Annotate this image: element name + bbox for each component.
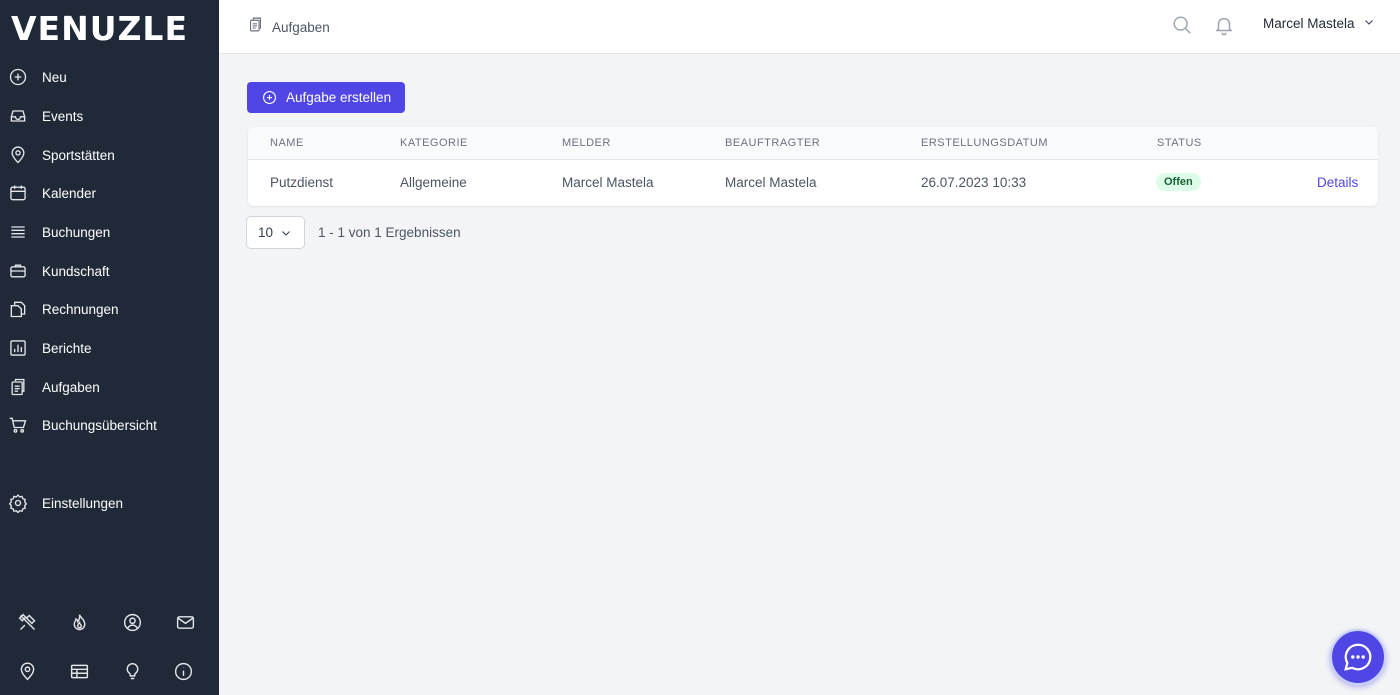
sidebar-item-rechnungen[interactable]: Rechnungen [0,290,219,328]
briefcase-icon [8,261,28,281]
gear-icon [8,493,28,513]
clipboard-icon [247,16,264,38]
plus-circle-icon [263,91,276,104]
sidebar-item-sportstaetten[interactable]: Sportstätten [0,136,219,174]
column-header-beauftragter[interactable]: BEAUFTRAGTER [725,137,820,149]
sidebar-item-label: Sportstätten [42,147,115,163]
details-link[interactable]: Details [1317,175,1358,190]
chat-bubble-icon [1344,643,1372,671]
chevron-down-icon [282,230,290,236]
page-size-value: 10 [258,225,274,240]
lightbulb-icon[interactable] [120,659,144,683]
bar-chart-icon [8,338,28,358]
sidebar-item-label: Einstellungen [42,495,124,511]
user-circle-icon[interactable] [120,610,144,634]
sidebar-item-buchungsuebersicht[interactable]: Buchungsübersicht [0,406,219,444]
chat-widget-button[interactable] [1330,629,1386,685]
column-header-name[interactable]: NAME [270,137,304,149]
cart-icon [8,415,28,435]
sidebar-item-label: Kundschaft [42,263,110,279]
column-header-melder[interactable]: MELDER [562,137,611,149]
mail-icon[interactable] [173,610,197,634]
cell-erstellungsdatum: 26.07.2023 10:33 [921,175,1027,190]
clipboard-icon [8,377,28,397]
cell-melder: Marcel Mastela [562,175,654,190]
sidebar-item-label: Events [42,108,84,124]
venuzle-logo[interactable]: VENUZLE [11,12,188,46]
sidebar-item-label: Neu [42,69,67,85]
sidebar-item-einstellungen[interactable]: Einstellungen [0,484,219,522]
calendar-icon [8,183,28,203]
status-badge: Offen [1156,173,1201,191]
map-pin-icon [8,145,28,165]
inbox-icon [8,106,28,126]
pagination-info: 1 - 1 von 1 Ergebnissen [318,225,461,240]
info-icon[interactable] [171,659,195,683]
sidebar-item-neu[interactable]: Neu [0,58,219,96]
sidebar-item-label: Berichte [42,340,92,356]
sidebar-item-label: Kalender [42,185,97,201]
sidebar-item-aufgaben[interactable]: Aufgaben [0,368,219,406]
sidebar-item-label: Buchungen [42,224,111,240]
plus-circle-icon [8,67,28,87]
sidebar-item-label: Aufgaben [42,379,100,395]
table-icon[interactable] [67,659,91,683]
fire-icon[interactable] [67,610,91,634]
sidebar-item-label: Buchungsübersicht [42,417,157,433]
sidebar-item-kalender[interactable]: Kalender [0,174,219,212]
create-task-button[interactable]: Aufgabe erstellen [247,82,405,113]
breadcrumb-label[interactable]: Aufgaben [272,20,330,35]
column-header-kategorie[interactable]: KATEGORIE [400,137,468,149]
page-size-select[interactable]: 10 [246,216,305,249]
breadcrumb: Aufgaben [247,16,330,38]
sidebar-item-label: Rechnungen [42,301,119,317]
documents-icon [8,299,28,319]
tasks-table: NAME KATEGORIE MELDER BEAUFTRAGTER ERSTE… [248,127,1378,206]
search-icon[interactable] [1171,14,1193,36]
tools-icon[interactable] [15,610,39,634]
cell-kategorie: Allgemeine [400,175,467,190]
column-header-erstellungsdatum[interactable]: ERSTELLUNGSDATUM [921,137,1048,149]
sidebar-item-berichte[interactable]: Berichte [0,329,219,367]
cell-beauftragter: Marcel Mastela [725,175,817,190]
user-name: Marcel Mastela [1263,16,1355,31]
create-task-label: Aufgabe erstellen [286,90,392,105]
list-icon [8,222,28,242]
column-header-status[interactable]: STATUS [1157,137,1202,149]
sidebar-item-kundschaft[interactable]: Kundschaft [0,252,219,290]
user-menu[interactable]: Marcel Mastela [1263,16,1375,31]
logo-text: VENUZLE [11,9,188,48]
cell-name: Putzdienst [270,175,334,190]
bell-icon[interactable] [1213,14,1235,36]
chevron-down-icon [1355,16,1375,31]
sidebar: VENUZLE Neu Events Sportstätten Kalender [0,0,219,695]
location-icon[interactable] [15,659,39,683]
table-header: NAME KATEGORIE MELDER BEAUFTRAGTER ERSTE… [248,127,1378,160]
top-header: Aufgaben Marcel Mastela [219,0,1400,54]
sidebar-item-buchungen[interactable]: Buchungen [0,213,219,251]
sidebar-item-events[interactable]: Events [0,97,219,135]
